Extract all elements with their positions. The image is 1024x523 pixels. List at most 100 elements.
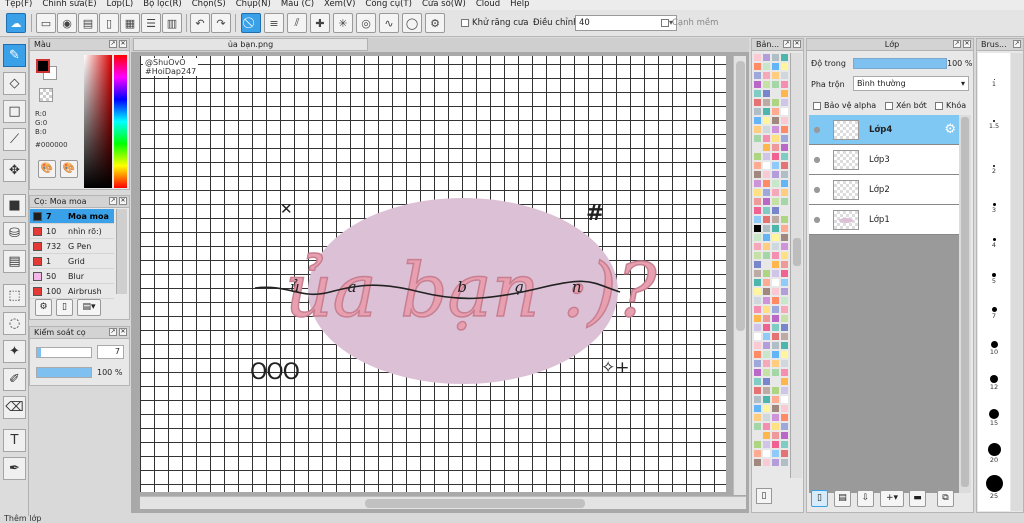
palette-swatch[interactable] [780,197,789,206]
brush-size-option[interactable]: 3 [978,203,1010,214]
popout-icon[interactable]: ↗ [109,40,117,48]
palette-swatch[interactable] [771,188,780,197]
brush-item[interactable]: 100 Airbrush [30,284,114,299]
menu-view[interactable]: Xem(V) [319,0,360,10]
palette-swatch[interactable] [780,224,789,233]
palette-swatch[interactable] [771,269,780,278]
palette-swatch[interactable] [780,80,789,89]
palette-swatch[interactable] [762,269,771,278]
palette-swatch[interactable] [771,215,780,224]
layer-row[interactable]: ● Lớp3 [809,145,959,175]
antialias-option[interactable]: Khử răng cưa [461,18,529,28]
undo-icon[interactable]: ↶ [190,13,210,33]
palette-swatch[interactable] [762,350,771,359]
palette-swatch[interactable] [762,404,771,413]
palette-swatch[interactable] [771,107,780,116]
palette-swatch[interactable] [771,53,780,62]
palette-swatch[interactable] [753,134,762,143]
visibility-icon[interactable]: ● [809,125,825,134]
palette-swatch[interactable] [753,278,762,287]
palette-swatch[interactable] [771,125,780,134]
palette-swatch[interactable] [771,386,780,395]
visibility-icon[interactable]: ● [809,155,825,164]
palette-swatch[interactable] [780,377,789,386]
palette-swatch[interactable] [771,341,780,350]
brush-opacity-slider[interactable] [36,367,92,378]
palette-swatch[interactable] [762,206,771,215]
swatch-scrollbar[interactable] [790,53,802,478]
palette-swatch[interactable] [780,314,789,323]
palette-swatch[interactable] [780,152,789,161]
palette-swatch[interactable] [753,404,762,413]
palette-swatch[interactable] [753,440,762,449]
palette-swatch[interactable] [762,368,771,377]
menu-select[interactable]: Chọn(S) [187,0,231,10]
palette-swatch[interactable] [762,161,771,170]
palette-swatch[interactable] [771,71,780,80]
page-icon[interactable]: ▯ [99,13,119,33]
palette-swatch[interactable] [771,413,780,422]
palette-swatch[interactable] [771,179,780,188]
palette-swatch[interactable] [771,242,780,251]
palette-swatch[interactable] [762,395,771,404]
palette-swatch[interactable] [771,260,780,269]
palette-swatch[interactable] [762,260,771,269]
palette-swatch[interactable] [771,458,780,467]
palette-swatch[interactable] [771,206,780,215]
palette-swatch[interactable] [762,179,771,188]
palette-swatch[interactable] [762,188,771,197]
palette-swatch[interactable] [753,341,762,350]
palette-swatch[interactable] [762,143,771,152]
palette-swatch[interactable] [762,80,771,89]
palette-swatch[interactable] [753,458,762,467]
brush-size-option[interactable]: 12 [978,375,1010,391]
palette-swatch[interactable] [780,242,789,251]
palette-swatch[interactable] [780,404,789,413]
palette-swatch[interactable] [753,80,762,89]
palette-swatch[interactable] [762,314,771,323]
clipping-option[interactable]: Xén bớt [885,101,927,110]
palette-swatch[interactable] [762,215,771,224]
palette-swatch[interactable] [753,260,762,269]
palette-swatch[interactable] [780,71,789,80]
palette-swatch[interactable] [762,287,771,296]
grid-doc-icon[interactable]: ▦ [120,13,140,33]
menu-tools[interactable]: Công cụ(T) [360,0,417,10]
palette-swatch[interactable] [771,395,780,404]
palette-swatch[interactable] [753,143,762,152]
palette-swatch[interactable] [771,368,780,377]
palette-swatch[interactable] [753,242,762,251]
visibility-icon[interactable]: ● [809,185,825,194]
brush-size-option[interactable]: 1.5 [978,120,1010,130]
palette-swatch[interactable] [780,449,789,458]
gear-icon[interactable]: ⚙ [944,122,956,137]
layer-scrollbar[interactable] [959,115,971,493]
hue-bar[interactable] [114,55,127,188]
palette-swatch[interactable] [762,98,771,107]
merge-layer-icon[interactable]: ⇩ [857,490,874,507]
palette-swatch[interactable] [780,251,789,260]
palette-swatch[interactable] [780,170,789,179]
palette-swatch[interactable] [753,197,762,206]
palette-swatch[interactable] [753,395,762,404]
layer-scroll-thumb[interactable] [961,117,969,487]
palette-swatch[interactable] [771,170,780,179]
antialias-checkbox[interactable] [461,19,469,27]
palette-swatch[interactable] [780,215,789,224]
popout-icon[interactable]: ↗ [109,197,117,205]
palette-swatch[interactable] [753,125,762,134]
palette-swatch[interactable] [780,179,789,188]
palette-swatch[interactable] [771,305,780,314]
close-icon[interactable]: ✕ [119,40,127,48]
palette-swatch[interactable] [771,323,780,332]
palette-icon[interactable]: 🎨 [38,160,56,178]
ellipse-ruler-icon[interactable]: ◯ [402,13,422,33]
palette-swatch[interactable] [771,161,780,170]
brush-size-slider[interactable] [36,347,92,358]
palette-swatch[interactable] [753,314,762,323]
palette-swatch[interactable] [780,422,789,431]
palette-swatch[interactable] [780,134,789,143]
palette-swatch[interactable] [762,449,771,458]
palette-swatch[interactable] [780,350,789,359]
transparent-color-swatch[interactable] [39,88,53,102]
